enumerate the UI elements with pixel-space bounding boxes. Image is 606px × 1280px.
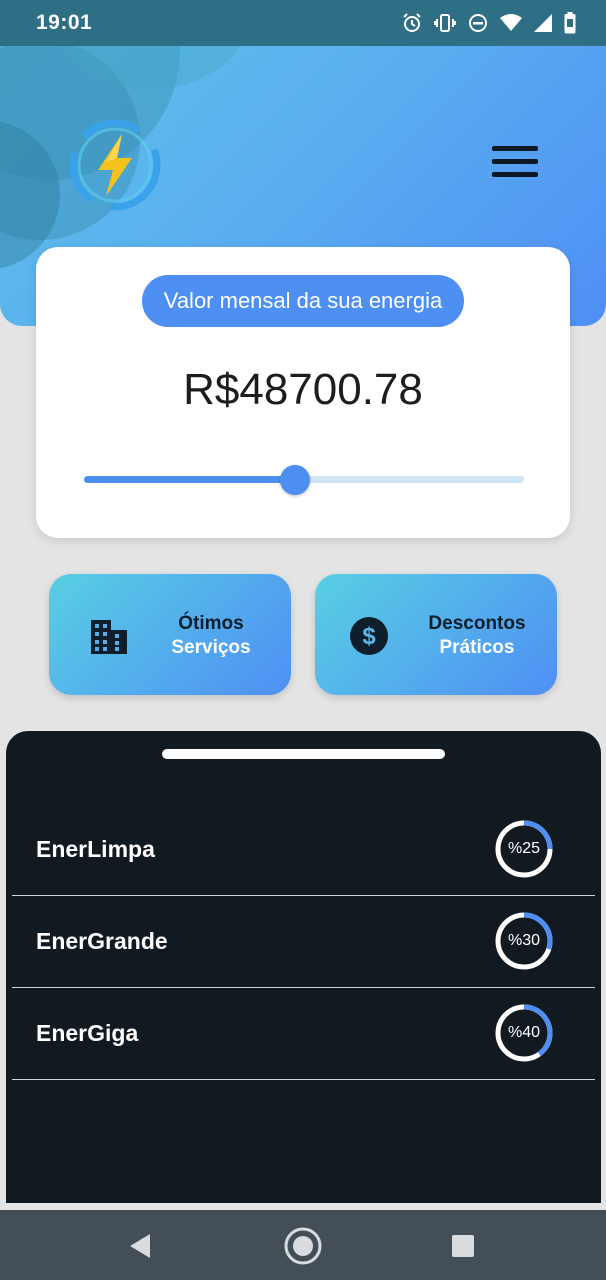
status-icons	[402, 12, 576, 34]
energy-value: R$48700.78	[183, 365, 423, 414]
company-name: EnerGiga	[36, 1020, 139, 1046]
bottom-sheet: EnerLimpa %25 EnerGrande %30 EnerGiga %4…	[6, 731, 601, 1203]
percent-label: %40	[507, 1024, 541, 1041]
home-icon[interactable]	[283, 1226, 323, 1266]
svg-text:$: $	[362, 623, 376, 650]
slider-thumb[interactable]	[280, 465, 311, 495]
dollar-icon: $	[350, 617, 388, 655]
recents-icon[interactable]	[443, 1226, 483, 1266]
percent-label: %30	[507, 932, 541, 949]
feature-label-line1: Ótimos	[178, 613, 244, 634]
status-bar: 19:01	[0, 0, 606, 46]
do-not-disturb-icon	[469, 14, 487, 32]
slider-fill	[84, 476, 296, 483]
wifi-icon	[500, 14, 522, 31]
lightning-bolt-icon	[69, 119, 161, 211]
building-icon	[91, 620, 127, 654]
feature-label: Descontos Práticos	[415, 612, 539, 660]
system-nav-bar	[0, 1210, 606, 1280]
company-name: EnerGrande	[36, 928, 168, 954]
feature-label-line2: Práticos	[439, 637, 515, 658]
list-item[interactable]: EnerLimpa %25	[12, 803, 595, 896]
sheet-drag-handle[interactable]	[162, 749, 445, 759]
list-item[interactable]: EnerGrande %30	[12, 895, 595, 988]
energy-label-pill: Valor mensal da sua energia	[142, 275, 464, 327]
signal-icon	[534, 14, 552, 32]
feature-label: Ótimos Serviços	[149, 612, 273, 660]
alarm-icon	[403, 13, 421, 32]
back-icon[interactable]	[120, 1226, 160, 1266]
battery-icon	[564, 12, 576, 34]
status-time: 19:01	[36, 11, 93, 34]
energy-slider[interactable]	[84, 465, 524, 495]
feature-button-servicos[interactable]: Ótimos Serviços	[49, 574, 291, 695]
feature-label-line2: Serviços	[171, 637, 251, 658]
hamburger-menu-icon[interactable]	[492, 146, 540, 182]
feature-button-descontos[interactable]: $ Descontos Práticos	[315, 574, 557, 695]
list-item[interactable]: EnerGiga %40	[12, 987, 595, 1080]
energy-card: Valor mensal da sua energia R$48700.78	[36, 247, 570, 538]
vibrate-icon	[434, 14, 456, 32]
percent-label: %25	[507, 840, 541, 857]
feature-label-line1: Descontos	[428, 613, 526, 634]
company-name: EnerLimpa	[36, 836, 155, 862]
